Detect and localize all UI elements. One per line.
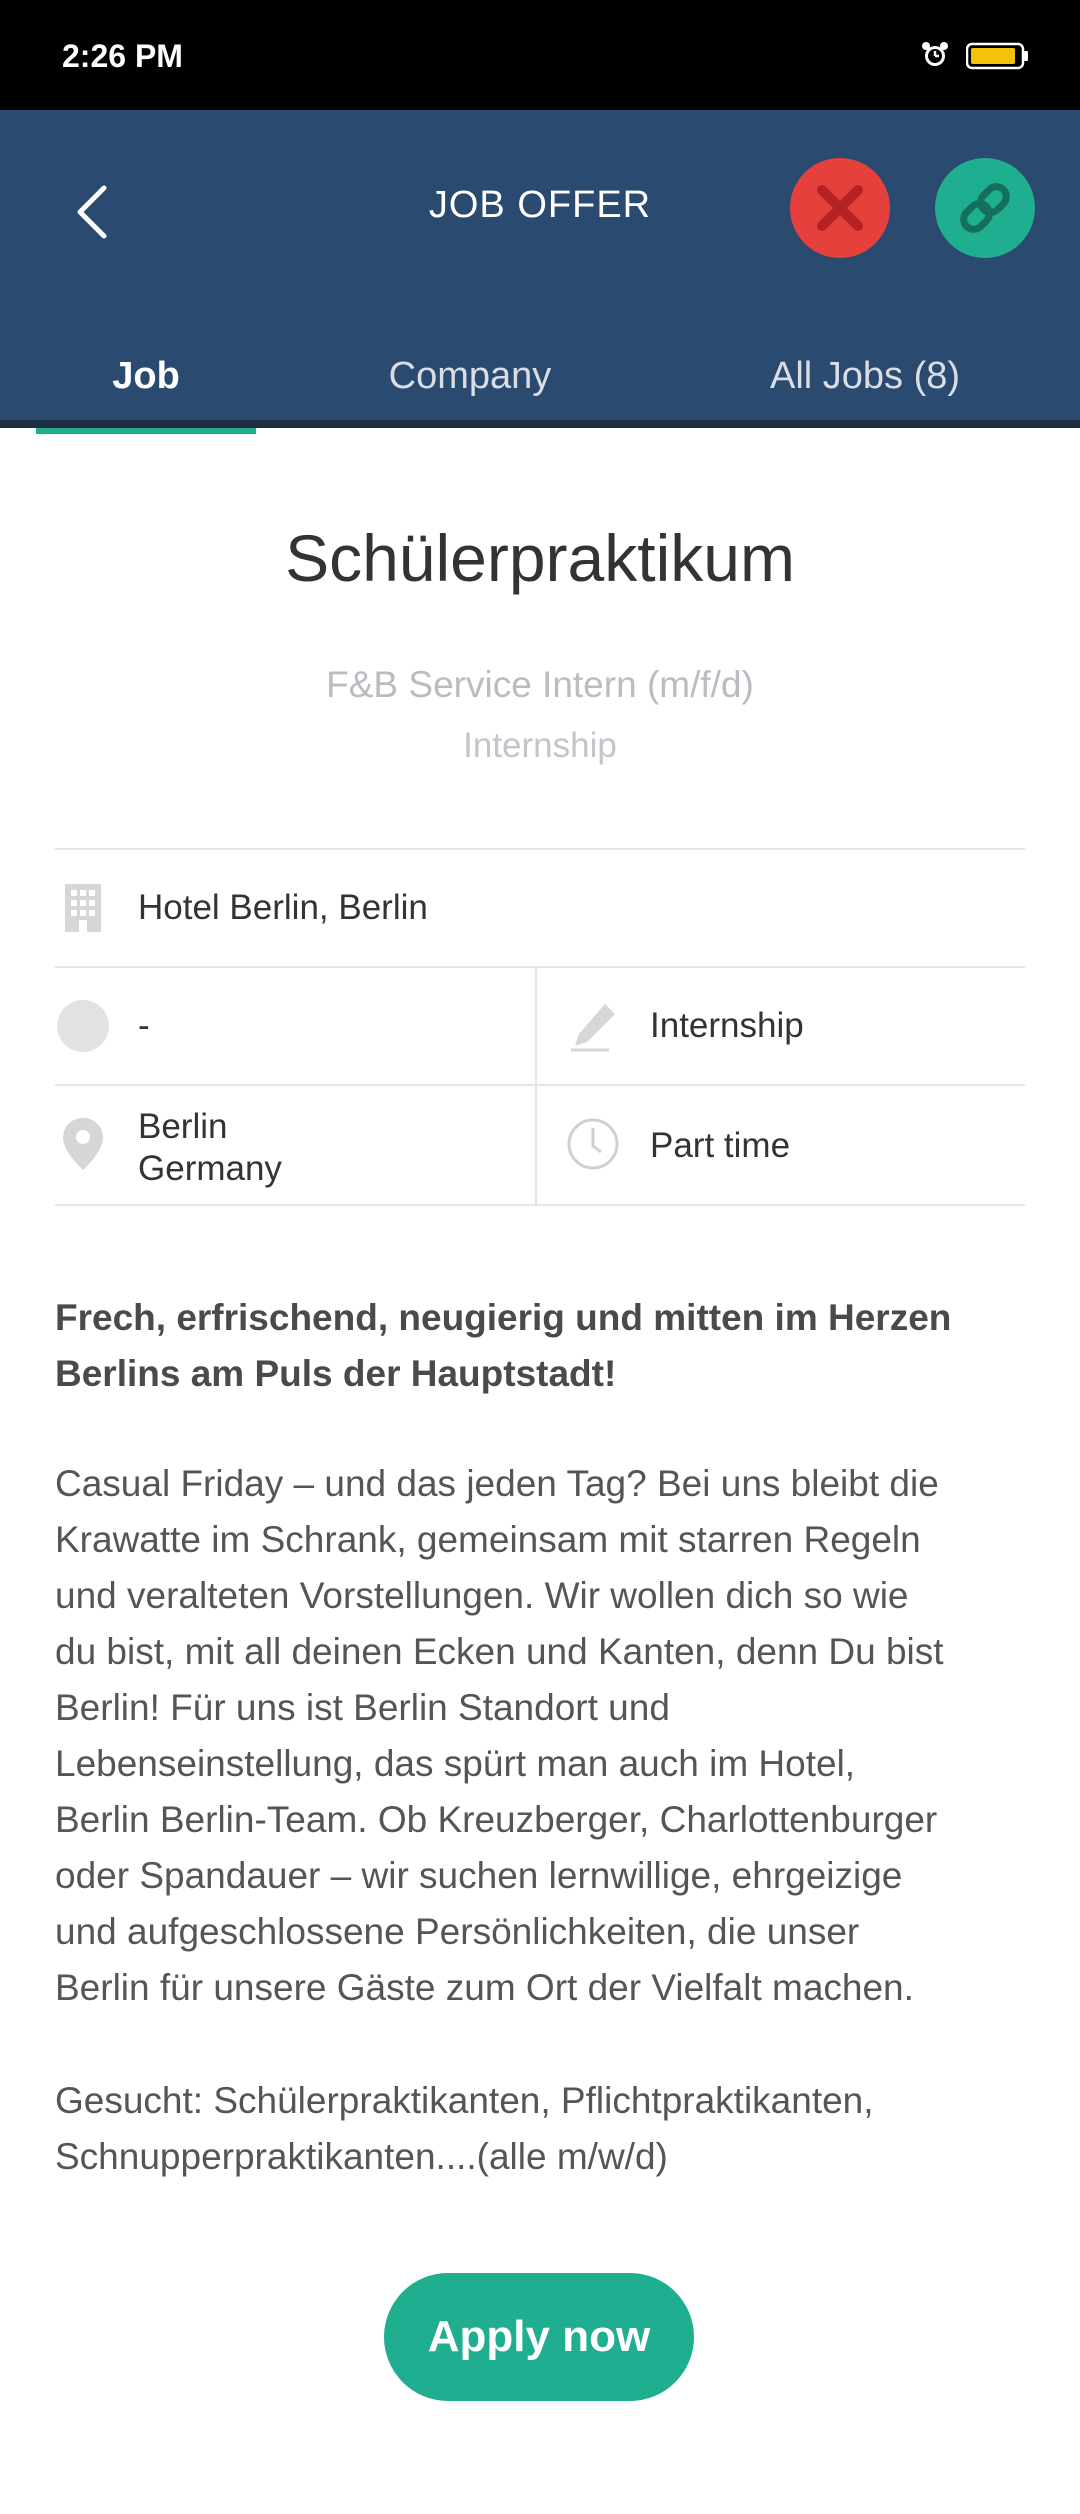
job-subtitle: F&B Service Intern (m/f/d) [326, 664, 754, 705]
close-icon [817, 185, 863, 231]
clock-icon [565, 1116, 621, 1172]
divider [55, 966, 1025, 968]
wanted-line: Schnupperpraktikanten....(alle m/w/d) [55, 2136, 668, 2177]
wanted-text: Gesucht: Schülerpraktikanten, Pflichtpra… [55, 2073, 1035, 2185]
tab-company[interactable]: Company [330, 332, 610, 420]
battery-icon [965, 42, 1030, 70]
body-line: Krawatte im Schrank, gemeinsam mit starr… [55, 1519, 921, 1560]
body-line: Casual Friday – und das jeden Tag? Bei u… [55, 1463, 939, 1504]
headline-line: Frech, erfrischend, neugierig und mitten… [55, 1297, 952, 1338]
body-line: Berlin für unsere Gäste zum Ort der Viel… [55, 1967, 914, 2008]
link-icon [960, 183, 1010, 233]
location-text: Berlin Germany [138, 1106, 282, 1190]
tab-all-jobs[interactable]: All Jobs (8) [720, 332, 1010, 420]
building-icon [55, 878, 111, 934]
description-body: Casual Friday – und das jeden Tag? Bei u… [55, 1456, 1035, 2016]
location-pin-icon [55, 1116, 111, 1172]
description-headline: Frech, erfrischend, neugierig und mitten… [55, 1290, 1025, 1402]
share-link-button[interactable] [935, 158, 1035, 258]
body-line: Berlin! Für uns ist Berlin Standort und [55, 1687, 670, 1728]
page-title: JOB OFFER [428, 184, 652, 226]
salary-value: - [138, 1006, 150, 1045]
location-city: Berlin [138, 1107, 228, 1146]
body-line: Lebenseinstellung, das spürt man auch im… [55, 1743, 856, 1784]
coin-icon [55, 998, 111, 1054]
pen-icon [565, 998, 621, 1054]
body-line: Berlin Berlin-Team. Ob Kreuzberger, Char… [55, 1799, 938, 1840]
divider [55, 1084, 1025, 1086]
body-line: und veralteten Vorstellungen. Wir wollen… [55, 1575, 909, 1616]
app-bar: JOB OFFER Job Company All Jobs (8) [0, 110, 1080, 434]
hotel-location: Hotel Berlin, Berlin [138, 888, 428, 927]
close-button[interactable] [790, 158, 890, 258]
divider [55, 1204, 1025, 1206]
alarm-icon [920, 40, 950, 70]
status-time: 2:26 PM [62, 38, 183, 74]
apply-now-button[interactable]: Apply now [384, 2273, 694, 2401]
contract-type: Internship [650, 1006, 804, 1045]
wanted-line: Gesucht: Schülerpraktikanten, Pflichtpra… [55, 2080, 874, 2121]
divider [55, 848, 1025, 850]
tab-bar: Job Company All Jobs (8) [0, 332, 1080, 420]
app-bar-divider [0, 420, 1080, 428]
status-bar: 2:26 PM [0, 0, 1080, 110]
job-title: Schülerpraktikum [285, 521, 795, 595]
location-country: Germany [138, 1149, 282, 1188]
tab-job[interactable]: Job [36, 332, 256, 420]
body-line: oder Spandauer – wir suchen lernwillige,… [55, 1855, 903, 1896]
headline-line: Berlins am Puls der Hauptstadt! [55, 1353, 617, 1394]
body-line: und aufgeschlossene Persönlichkeiten, di… [55, 1911, 860, 1952]
body-line: du bist, mit all deinen Ecken und Kanten… [55, 1631, 944, 1672]
job-type: Internship [463, 726, 617, 765]
work-hours: Part time [650, 1126, 791, 1165]
